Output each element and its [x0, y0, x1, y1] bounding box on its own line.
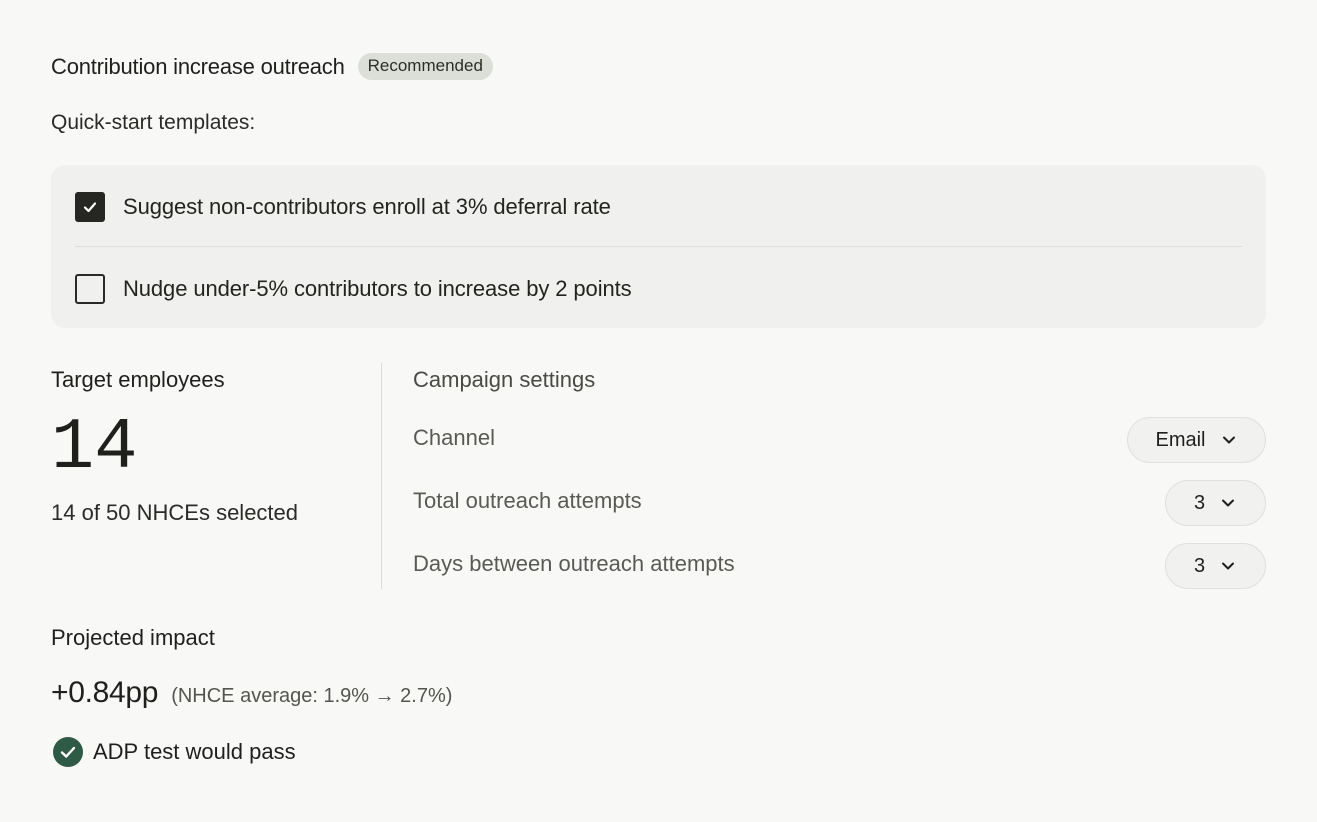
- recommended-badge: Recommended: [357, 53, 493, 80]
- impact-value: +0.84pp: [51, 676, 159, 709]
- template-label: Nudge under-5% contributors to increase …: [123, 276, 632, 301]
- days-between-label: Days between outreach attempts: [413, 551, 735, 576]
- section-title: Contribution increase outreach: [51, 53, 345, 79]
- checkbox-unchecked[interactable]: [75, 274, 105, 304]
- channel-label: Channel: [413, 425, 495, 450]
- total-attempts-dropdown[interactable]: 3: [1165, 480, 1266, 526]
- divider: [75, 246, 1242, 247]
- total-attempts-label: Total outreach attempts: [413, 488, 642, 513]
- section-header: Contribution increase outreach Recommend…: [51, 53, 493, 80]
- projected-impact-label: Projected impact: [51, 625, 215, 650]
- impact-detail: (NHCE average: 1.9% → 2.7%): [171, 685, 453, 707]
- chevron-down-icon: [1222, 499, 1235, 507]
- check-circle-icon: [53, 737, 83, 767]
- templates-label: Quick-start templates:: [51, 111, 256, 134]
- target-employees-subtitle: 14 of 50 NHCEs selected: [51, 500, 299, 525]
- adp-status: ADP test would pass: [53, 737, 296, 767]
- chevron-down-icon: [1222, 562, 1235, 570]
- templates-panel: Suggest non-contributors enroll at 3% de…: [51, 165, 1266, 328]
- template-option-nudge[interactable]: Nudge under-5% contributors to increase …: [75, 274, 632, 304]
- template-label: Suggest non-contributors enroll at 3% de…: [123, 194, 611, 219]
- column-divider: [381, 363, 382, 589]
- target-employees-label: Target employees: [51, 367, 225, 392]
- adp-status-text: ADP test would pass: [93, 739, 296, 764]
- channel-value: Email: [1155, 428, 1206, 451]
- checkbox-checked[interactable]: [75, 192, 105, 222]
- total-attempts-value: 3: [1193, 491, 1206, 514]
- target-employees-count: 14: [51, 407, 138, 489]
- impact-row: +0.84pp (NHCE average: 1.9% → 2.7%): [51, 676, 452, 710]
- template-option-enroll[interactable]: Suggest non-contributors enroll at 3% de…: [75, 192, 611, 222]
- channel-dropdown[interactable]: Email: [1127, 417, 1266, 463]
- days-between-value: 3: [1193, 554, 1206, 577]
- checkmark-icon: [83, 202, 97, 213]
- chevron-down-icon: [1222, 436, 1235, 444]
- days-between-dropdown[interactable]: 3: [1165, 543, 1266, 589]
- campaign-settings-label: Campaign settings: [413, 367, 596, 392]
